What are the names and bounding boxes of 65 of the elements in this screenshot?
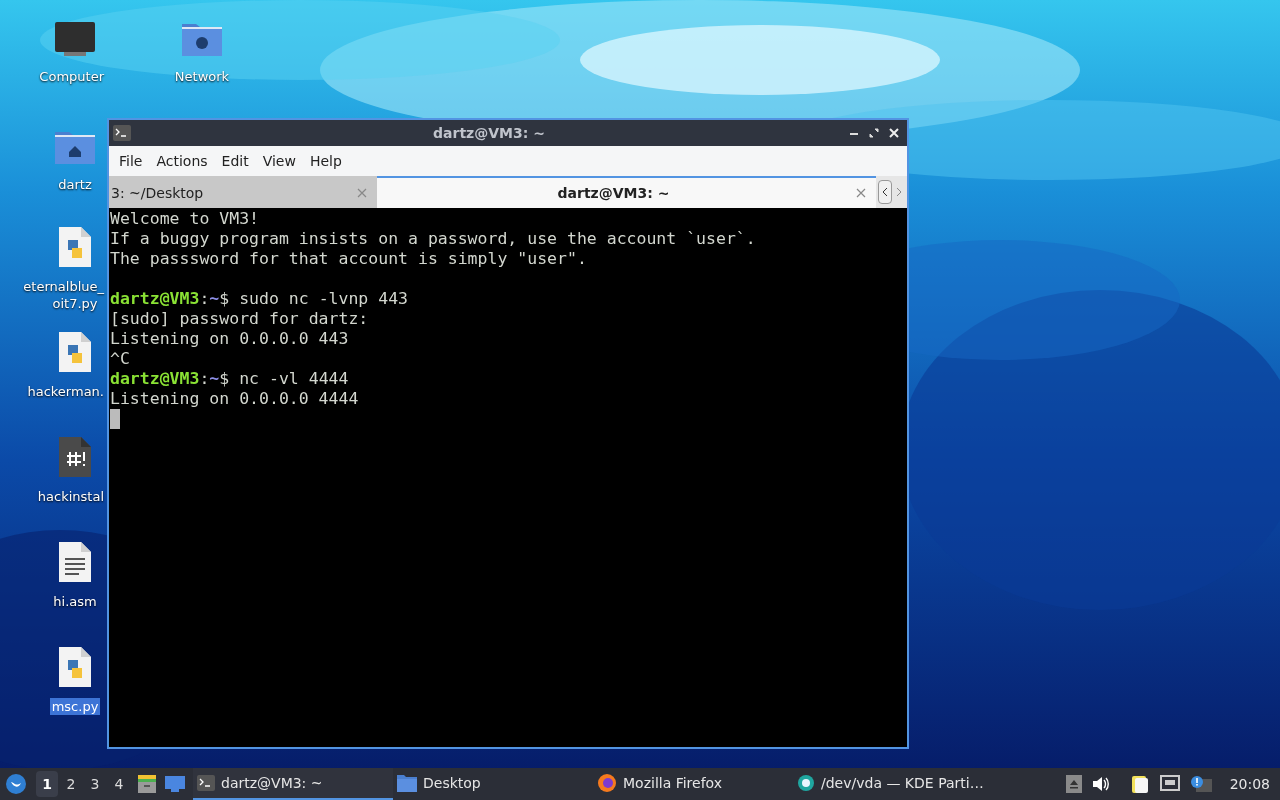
start-menu-icon[interactable] [5, 773, 27, 795]
window-title: dartz@VM3: ~ [433, 123, 545, 143]
task-button[interactable]: Desktop [393, 768, 593, 800]
eject-icon[interactable] [1065, 775, 1082, 793]
python-file-icon [58, 331, 92, 373]
task-button[interactable]: Mozilla Firefox [593, 768, 793, 800]
close-icon[interactable] [887, 126, 901, 140]
network-icon[interactable] [1159, 775, 1180, 793]
prompt-separator: : [199, 369, 210, 389]
workspace-button[interactable]: 4 [108, 771, 130, 797]
prompt-symbol: $ [219, 369, 230, 389]
icon-label[interactable]: msc.py [49, 698, 101, 715]
prompt-symbol: $ [219, 289, 230, 309]
terminal-line: ^C [110, 349, 130, 369]
python-file-icon [58, 226, 92, 268]
terminal-icon [113, 125, 131, 141]
scroll-left-button[interactable] [878, 180, 892, 204]
folder-icon [397, 774, 417, 792]
icon-label[interactable]: hackerman. [25, 383, 106, 400]
prompt-path: ~ [209, 289, 220, 309]
restore-icon[interactable] [867, 126, 881, 140]
chevron-right-icon [896, 187, 902, 197]
workspace-button[interactable]: 3 [84, 771, 106, 797]
notification-icon[interactable] [1189, 775, 1212, 793]
terminal-line: [sudo] password for dartz: [110, 309, 369, 329]
menu-item[interactable]: Edit [215, 148, 255, 174]
icon-label[interactable]: oit7.py [50, 295, 100, 312]
terminal-command: nc -vl 4444 [238, 369, 349, 389]
terminal-line: Listening on 0.0.0.0 443 [110, 329, 349, 349]
partition-icon [797, 774, 815, 792]
desktop-icon[interactable] [165, 775, 185, 793]
workspace-button[interactable]: 2 [60, 771, 82, 797]
volume-icon[interactable] [1091, 776, 1110, 792]
menu-item[interactable]: Actions [150, 148, 214, 174]
chevron-left-icon [882, 187, 888, 197]
monitor-icon [54, 20, 96, 58]
terminal-line: Listening on 0.0.0.0 4444 [110, 389, 359, 409]
icon-label[interactable]: eternalblue_ [21, 278, 106, 295]
terminal-line: If a buggy program insists on a password, use the account `user`. [110, 229, 756, 249]
icon-label[interactable]: hi.asm [51, 593, 99, 610]
terminal-tab[interactable]: 3: ~/Desktop [109, 176, 377, 208]
task-button[interactable]: dartz@VM3: ~ [193, 768, 393, 800]
workspace-button[interactable]: 1 [36, 771, 58, 797]
prompt-separator: : [199, 289, 210, 309]
menu-item[interactable]: File [113, 148, 149, 174]
task-button[interactable]: /dev/vda — KDE Parti… [793, 768, 993, 800]
terminal-tab[interactable]: dartz@VM3: ~ [377, 176, 876, 208]
firefox-icon [597, 773, 617, 793]
file-cabinet-icon[interactable] [137, 774, 157, 794]
text-cursor [110, 409, 120, 429]
text-file-icon [58, 541, 92, 583]
menu-item[interactable]: Help [303, 148, 348, 174]
terminal-command: sudo nc -lvnp 443 [238, 289, 409, 309]
clipboard-icon[interactable] [1129, 774, 1150, 794]
python-file-icon [58, 646, 92, 688]
terminal-icon [197, 775, 215, 791]
icon-label[interactable]: hackinstal [35, 488, 106, 505]
clock[interactable]: 20:08 [1229, 773, 1270, 795]
terminal-line: Welcome to VM3! [110, 209, 259, 229]
terminal-line: The passsword for that account is simply "user". [110, 249, 587, 269]
prompt-path: ~ [209, 369, 220, 389]
menu-item[interactable]: View [256, 148, 302, 174]
script-file-icon [58, 436, 92, 478]
prompt-user: dartz@VM3 [110, 289, 200, 309]
prompt-user: dartz@VM3 [110, 369, 200, 389]
